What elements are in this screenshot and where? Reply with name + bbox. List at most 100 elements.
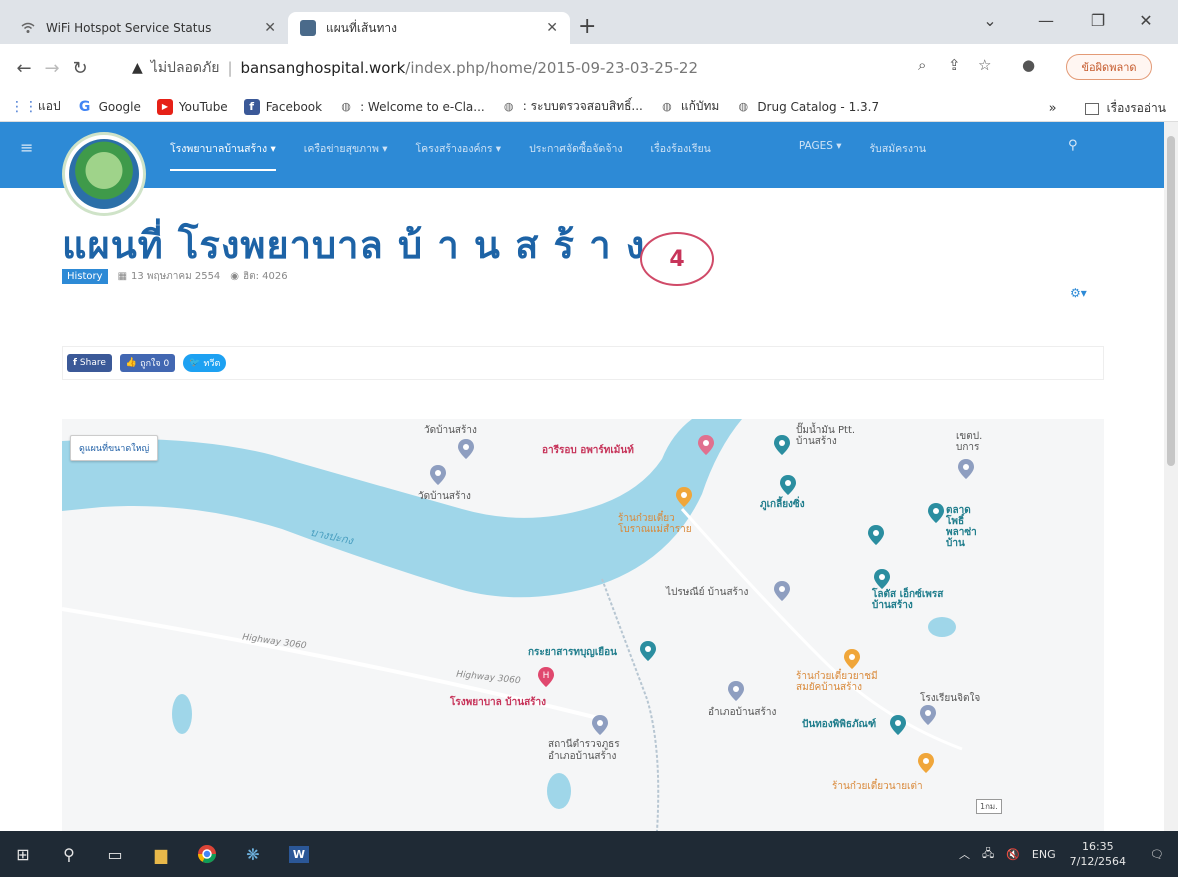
- logo-emblem: [69, 139, 139, 209]
- government-pin-icon[interactable]: [728, 681, 744, 701]
- restaurant-pin-icon[interactable]: [918, 753, 934, 773]
- profile-icon[interactable]: ●: [1022, 56, 1035, 74]
- store-pin-icon[interactable]: [874, 569, 890, 589]
- network-icon[interactable]: 🖧: [982, 845, 994, 864]
- menu-item-hospital[interactable]: โรงพยาบาลบ้านสร้าง ▾: [170, 140, 276, 171]
- map-label-noodle-shop: ร้านก๋วยเตี๋ยวยาชมีสมยัคบ้านสร้าง: [796, 671, 878, 693]
- school-pin-icon[interactable]: [958, 459, 974, 479]
- url-path: /index.php/home/2015-09-23-03-25-22: [405, 59, 698, 77]
- file-explorer-icon[interactable]: ▆: [138, 831, 184, 877]
- shop-pin-icon[interactable]: [780, 475, 796, 495]
- restaurant-pin-icon[interactable]: [676, 487, 692, 507]
- share-icon[interactable]: ⇪: [948, 56, 961, 74]
- bookmark-apps[interactable]: ⋮⋮ แอป: [10, 97, 61, 116]
- new-tab-button[interactable]: +: [578, 16, 596, 38]
- school-pin-icon[interactable]: [920, 705, 936, 725]
- temple-pin-icon[interactable]: [430, 465, 446, 485]
- tab-wifi-status[interactable]: WiFi Hotspot Service Status ✕: [8, 12, 288, 44]
- clock-date: 7/12/2564: [1069, 855, 1127, 868]
- error-button[interactable]: ข้อผิดพลาด: [1066, 54, 1152, 80]
- menu-item-health-network[interactable]: เครือข่ายสุขภาพ ▾: [304, 140, 388, 171]
- map-label-police-station: สถานีตำรวจภูธร อำเภอบ้านสร้าง: [548, 739, 620, 762]
- bookmark-eclass[interactable]: ◍ : Welcome to e-Cla...: [338, 99, 484, 115]
- close-tab-icon[interactable]: ✕: [264, 20, 276, 36]
- page-scrollbar[interactable]: [1164, 122, 1178, 831]
- tab-search-icon[interactable]: ⌄: [970, 6, 1010, 34]
- hospital-pin-icon[interactable]: H: [538, 667, 554, 687]
- url-host: bansanghospital.work: [240, 59, 406, 77]
- restore-button[interactable]: ❐: [1078, 6, 1118, 34]
- bookmark-rights-check[interactable]: ◍ : ระบบตรวจสอบสิทธิ์...: [501, 97, 643, 116]
- map-label-noodle-shop: ร้านก๋วยเตี๋ยว โบราณแม่สำราย: [618, 513, 692, 535]
- restaurant-pin-icon[interactable]: [844, 649, 860, 669]
- address-bar[interactable]: ▲ ไม่ปลอดภัย | bansanghospital.work /ind…: [132, 52, 942, 84]
- bookmark-youtube[interactable]: ▶ YouTube: [156, 98, 228, 115]
- facebook-icon: f: [73, 358, 77, 368]
- bookmark-fix[interactable]: ◍ แก้บัทม: [659, 97, 719, 116]
- temple-pin-icon[interactable]: [458, 439, 474, 459]
- shop-pin-icon[interactable]: [640, 641, 656, 661]
- globe-icon: ◍: [341, 100, 351, 113]
- bookmark-drug-catalog[interactable]: ◍ Drug Catalog - 1.3.7: [735, 99, 880, 115]
- bookmark-facebook[interactable]: f Facebook: [243, 98, 323, 115]
- clock[interactable]: 16:35 7/12/2564: [1070, 839, 1126, 869]
- reload-button[interactable]: ↻: [66, 58, 94, 79]
- close-window-button[interactable]: ✕: [1126, 6, 1166, 34]
- volume-muted-icon[interactable]: 🔇: [1006, 848, 1020, 861]
- minimize-button[interactable]: —: [1026, 6, 1066, 34]
- chrome-icon[interactable]: [184, 831, 230, 877]
- store-pin-icon[interactable]: [890, 715, 906, 735]
- task-view-icon[interactable]: ▭: [92, 831, 138, 877]
- menu-item-pages[interactable]: PAGES ▾: [799, 140, 842, 171]
- police-pin-icon[interactable]: [592, 715, 608, 735]
- warning-icon[interactable]: ▲: [132, 60, 143, 76]
- word-icon[interactable]: W: [276, 831, 322, 877]
- map-label-hospital: โรงพยาบาล บ้านสร้าง: [450, 697, 547, 708]
- search-icon[interactable]: ⚲: [46, 831, 92, 877]
- embedded-map[interactable]: วัดบ้านสร้าง ดูแผนที่ขนาดใหญ่ H วัดบ้านส…: [62, 419, 1104, 831]
- gas-station-pin-icon[interactable]: [774, 435, 790, 455]
- language-indicator[interactable]: ENG: [1032, 848, 1056, 861]
- view-larger-map-button[interactable]: ดูแผนที่ขนาดใหญ่: [70, 435, 159, 461]
- hotel-pin-icon[interactable]: [698, 435, 714, 455]
- globe-icon: ◍: [503, 100, 514, 113]
- bookmark-label: Facebook: [265, 99, 323, 114]
- page-title: แผนที่ โรงพยาบาล บ้ า น ส ร้ า ง: [62, 223, 646, 267]
- hamburger-menu-icon[interactable]: ≡: [20, 138, 33, 157]
- post-office-pin-icon[interactable]: [774, 581, 790, 601]
- shop-pin-icon[interactable]: [868, 525, 884, 545]
- map-label-post-office: ไปรษณีย์ บ้านสร้าง: [666, 587, 749, 598]
- tab-map[interactable]: แผนที่เส้นทาง ✕: [288, 12, 570, 44]
- notification-icon[interactable]: 🗨: [1150, 848, 1164, 861]
- page-viewport: ≡ โรงพยาบาลบ้านสร้าง ▾ เครือข่ายสุขภาพ ▾…: [0, 122, 1164, 831]
- app-icon[interactable]: ❋: [230, 831, 276, 877]
- back-button[interactable]: ←: [10, 58, 38, 79]
- reading-list-label[interactable]: เรื่องรออ่าน: [1107, 99, 1166, 118]
- bookmark-google[interactable]: G Google: [77, 99, 141, 115]
- menu-item-procurement[interactable]: ประกาศจัดซื้อจัดจ้าง: [529, 140, 622, 171]
- close-tab-icon[interactable]: ✕: [546, 20, 558, 36]
- chevron-up-icon[interactable]: ︿: [959, 846, 970, 862]
- menu-item-complaints[interactable]: เรื่องร้องเรียน: [651, 140, 711, 171]
- facebook-like-button[interactable]: 👍 ถูกใจ 0: [119, 354, 176, 372]
- gear-icon[interactable]: ⚙▾: [1070, 286, 1087, 300]
- scrollbar-thumb[interactable]: [1167, 136, 1175, 466]
- bookmark-label: Google: [98, 99, 141, 114]
- tweet-button[interactable]: 🐦 ทวีต: [183, 354, 227, 372]
- forward-button[interactable]: →: [38, 58, 66, 79]
- more-bookmarks-button[interactable]: »: [1049, 101, 1057, 116]
- windows-start-icon[interactable]: ⊞: [0, 831, 46, 877]
- article-meta: History ▦ 13 พฤษภาคม 2554 ◉ ฮิต: 4026: [62, 269, 288, 284]
- bookmark-star-icon[interactable]: ☆: [978, 56, 991, 74]
- zoom-icon[interactable]: ⌕: [918, 56, 926, 74]
- search-icon[interactable]: ⚲: [1068, 138, 1078, 153]
- apps-grid-icon: ⋮⋮: [10, 98, 38, 115]
- wifi-icon: [20, 20, 36, 36]
- menu-item-jobs[interactable]: รับสมัครงาน: [870, 140, 927, 171]
- hospital-logo[interactable]: [62, 132, 146, 216]
- market-pin-icon[interactable]: [928, 503, 944, 523]
- category-badge[interactable]: History: [62, 269, 108, 284]
- reading-list-icon[interactable]: [1084, 102, 1099, 115]
- menu-item-organization[interactable]: โครงสร้างองค์กร ▾: [416, 140, 502, 171]
- facebook-share-button[interactable]: f Share: [67, 354, 112, 372]
